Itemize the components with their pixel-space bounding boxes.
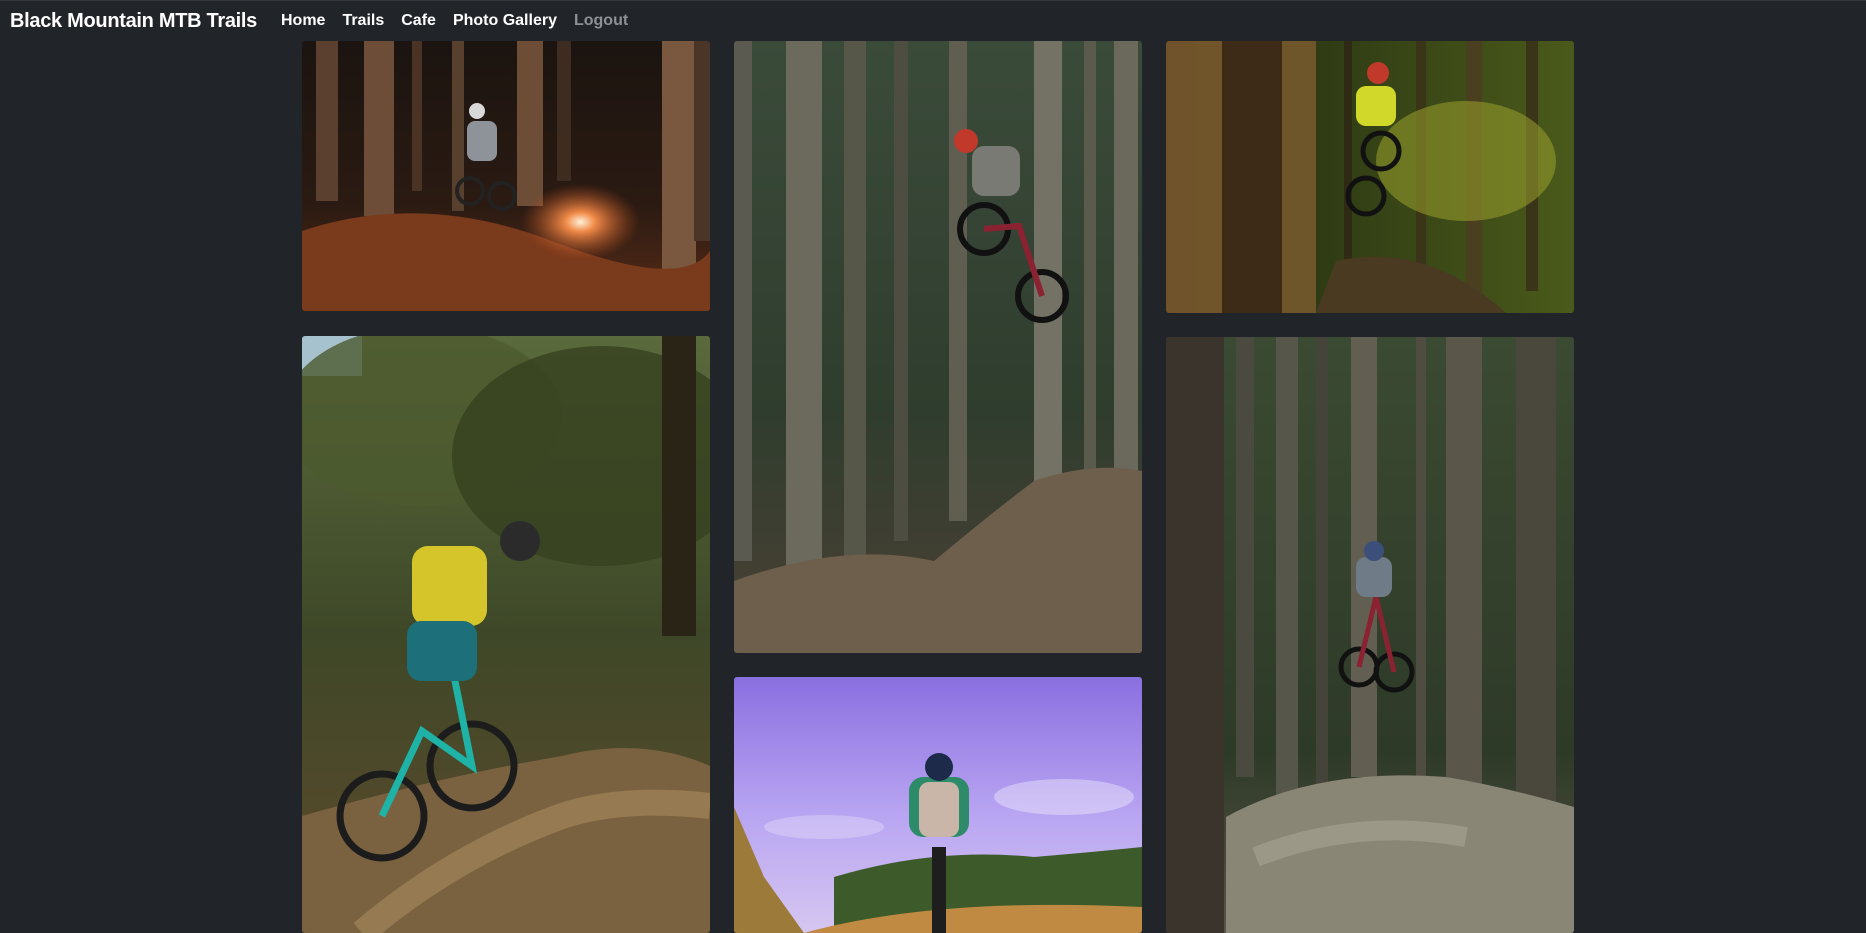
nav-home-link[interactable]: Home bbox=[281, 12, 325, 30]
rider-forest-jump-image bbox=[734, 41, 1142, 653]
gallery-photo-3[interactable] bbox=[1166, 41, 1574, 313]
nav-photo-gallery-link[interactable]: Photo Gallery bbox=[453, 12, 557, 30]
site-brand[interactable]: Black Mountain MTB Trails bbox=[10, 10, 257, 33]
rider-purple-sky-image bbox=[734, 677, 1142, 933]
rider-yellow-forest-jump-image bbox=[1166, 41, 1574, 313]
rider-trail-descent-image bbox=[302, 336, 710, 933]
nav-trails-link[interactable]: Trails bbox=[342, 12, 384, 30]
gallery-photo-4[interactable] bbox=[302, 336, 710, 933]
gallery-photo-1[interactable] bbox=[302, 41, 710, 311]
gallery-photo-2[interactable] bbox=[734, 41, 1142, 653]
nav-logout-link[interactable]: Logout bbox=[574, 12, 628, 30]
gallery-photo-5[interactable] bbox=[1166, 337, 1574, 933]
nav-cafe-link[interactable]: Cafe bbox=[401, 12, 436, 30]
gallery-photo-6[interactable] bbox=[734, 677, 1142, 933]
rider-tall-trees-jump-image bbox=[1166, 337, 1574, 933]
top-navbar: Black Mountain MTB Trails Home Trails Ca… bbox=[0, 0, 1866, 41]
rider-dusty-forest-turn-image bbox=[302, 41, 710, 311]
